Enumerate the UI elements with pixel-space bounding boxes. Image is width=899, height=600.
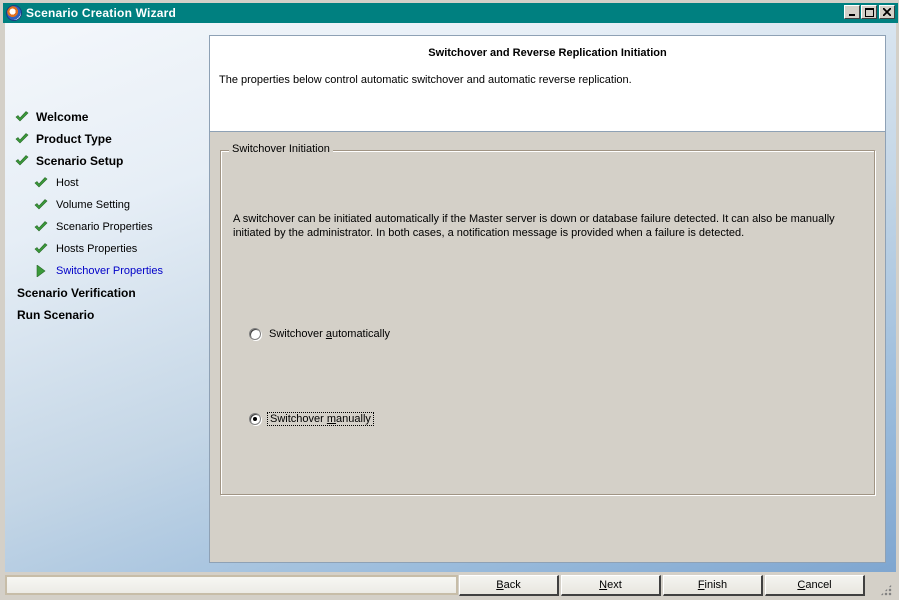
group-description: A switchover can be initiated automatica…: [233, 213, 835, 239]
nav-step-label: Hosts Properties: [56, 243, 138, 255]
radio-label-automatically[interactable]: Switchover automatically: [267, 328, 392, 340]
button-label: ancel: [805, 579, 832, 591]
button-label: ack: [503, 579, 521, 591]
checkmark-icon: [34, 243, 48, 255]
title-bar[interactable]: Scenario Creation Wizard: [3, 3, 898, 23]
radio-button[interactable]: [249, 328, 261, 340]
wizard-steps-nav: Welcome Product Type Scenario Setup Host Vol…: [5, 23, 209, 572]
header-panel: Switchover and Reverse Replication Initi…: [209, 35, 886, 132]
nav-step-label: Run Scenario: [17, 308, 95, 322]
window-controls: [843, 5, 895, 19]
page-description: The properties below control automatic s…: [219, 74, 632, 86]
nav-step-product-type[interactable]: Product Type: [15, 130, 112, 148]
maximize-icon: [864, 7, 874, 17]
cancel-button[interactable]: Cancel: [765, 575, 865, 596]
resize-grip[interactable]: [880, 584, 892, 596]
nav-step-host[interactable]: Host: [34, 174, 79, 192]
checkmark-icon: [15, 155, 29, 167]
app-icon: [6, 5, 22, 21]
nav-step-label: Scenario Verification: [17, 286, 136, 300]
nav-step-label: Host: [56, 177, 79, 189]
nav-step-label: Scenario Setup: [36, 154, 124, 168]
close-icon: [883, 8, 891, 16]
page-title: Switchover and Reverse Replication Initi…: [428, 47, 667, 59]
button-label: ext: [607, 579, 622, 591]
radio-switchover-manually[interactable]: Switchover manually: [249, 411, 374, 427]
nav-step-switchover-properties[interactable]: Switchover Properties: [34, 262, 163, 280]
nav-step-run-scenario[interactable]: Run Scenario: [17, 306, 94, 324]
nav-step-label: Switchover Properties: [56, 265, 163, 277]
label-text: utomatically: [331, 328, 391, 340]
current-step-arrow-icon: [34, 264, 48, 278]
radio-switchover-automatically[interactable]: Switchover automatically: [249, 326, 392, 342]
radio-button[interactable]: [249, 413, 261, 425]
window-title: Scenario Creation Wizard: [26, 6, 177, 20]
nav-step-scenario-properties[interactable]: Scenario Properties: [34, 218, 153, 236]
accelerator: N: [599, 579, 608, 591]
nav-step-welcome[interactable]: Welcome: [15, 108, 88, 126]
group-legend: Switchover Initiation: [229, 143, 333, 155]
nav-step-scenario-verification[interactable]: Scenario Verification: [17, 284, 136, 302]
minimize-button[interactable]: [844, 5, 860, 19]
nav-step-hosts-properties[interactable]: Hosts Properties: [34, 240, 137, 258]
close-button[interactable]: [879, 5, 895, 19]
checkmark-icon: [15, 133, 29, 145]
nav-step-label: Welcome: [36, 110, 89, 124]
nav-step-label: Scenario Properties: [56, 221, 153, 233]
label-text: Switchover: [269, 328, 326, 340]
accelerator: F: [697, 579, 705, 591]
checkmark-icon: [34, 221, 48, 233]
nav-step-label: Product Type: [36, 132, 112, 146]
minimize-icon: [849, 14, 855, 16]
checkmark-icon: [34, 177, 48, 189]
back-button[interactable]: Back: [459, 575, 559, 596]
switchover-initiation-group: Switchover Initiation A switchover can b…: [220, 143, 875, 495]
content-panel: Switchover Initiation A switchover can b…: [209, 132, 886, 563]
button-label: inish: [704, 579, 728, 591]
finish-button[interactable]: Finish: [663, 575, 763, 596]
radio-label-manually[interactable]: Switchover manually: [267, 412, 374, 426]
status-field: [5, 575, 458, 595]
maximize-button[interactable]: [861, 5, 877, 19]
checkmark-icon: [34, 199, 48, 211]
label-accelerator: m: [326, 413, 337, 425]
bottom-bar: Back Next Finish Cancel: [5, 572, 896, 599]
accelerator: B: [496, 579, 504, 591]
wizard-window: Scenario Creation Wizard Welcome Product …: [0, 0, 899, 600]
next-button[interactable]: Next: [561, 575, 661, 596]
nav-step-volume-setting[interactable]: Volume Setting: [34, 196, 130, 214]
nav-step-label: Volume Setting: [56, 199, 130, 211]
checkmark-icon: [15, 111, 29, 123]
accelerator: C: [797, 579, 806, 591]
nav-step-scenario-setup[interactable]: Scenario Setup: [15, 152, 123, 170]
label-text: anually: [336, 413, 371, 425]
label-text: Switchover: [270, 413, 327, 425]
